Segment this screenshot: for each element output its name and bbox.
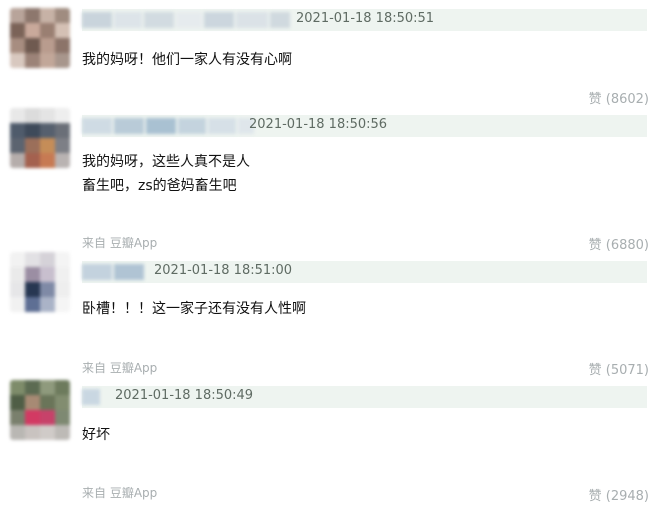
avatar[interactable]: [10, 108, 70, 168]
comment-timestamp: 2021-01-18 18:50:51: [296, 11, 435, 26]
like-button[interactable]: 赞 (6880): [589, 234, 649, 253]
username[interactable]: [82, 12, 290, 28]
comment-text: 卧槽！！！这一家子还有没有人性啊: [82, 301, 306, 317]
comment-timestamp: 2021-01-18 18:50:49: [115, 388, 254, 403]
comment-source: 来自 豆瓣App: [82, 236, 158, 250]
comment-text: 我的妈呀，这些人真不是人 畜生吧，zs的爸妈畜生吧: [82, 154, 250, 194]
comment-header: 2021-01-18 18:51:00: [82, 261, 647, 283]
comment-timestamp: 2021-01-18 18:50:56: [249, 117, 388, 132]
like-button[interactable]: 赞 (8602): [589, 88, 649, 107]
like-button[interactable]: 赞 (2948): [589, 485, 649, 504]
avatar[interactable]: [10, 380, 70, 440]
comment-header: 2021-01-18 18:50:56: [82, 115, 647, 137]
like-button[interactable]: 赞 (5071): [589, 359, 649, 378]
comment-header: 2021-01-18 18:50:49: [82, 386, 647, 408]
comment-timestamp: 2021-01-18 18:51:00: [154, 263, 293, 278]
comment-header: 2021-01-18 18:50:51: [82, 9, 647, 31]
avatar[interactable]: [10, 8, 70, 68]
comment-text: 我的妈呀！他们一家人有没有心啊: [82, 52, 292, 68]
comment-text: 好坏: [82, 427, 110, 443]
username[interactable]: [82, 118, 254, 134]
comment-source: 来自 豆瓣App: [82, 361, 158, 375]
username[interactable]: [82, 389, 100, 405]
avatar[interactable]: [10, 252, 70, 312]
username[interactable]: [82, 264, 144, 280]
comment-source: 来自 豆瓣App: [82, 486, 158, 500]
